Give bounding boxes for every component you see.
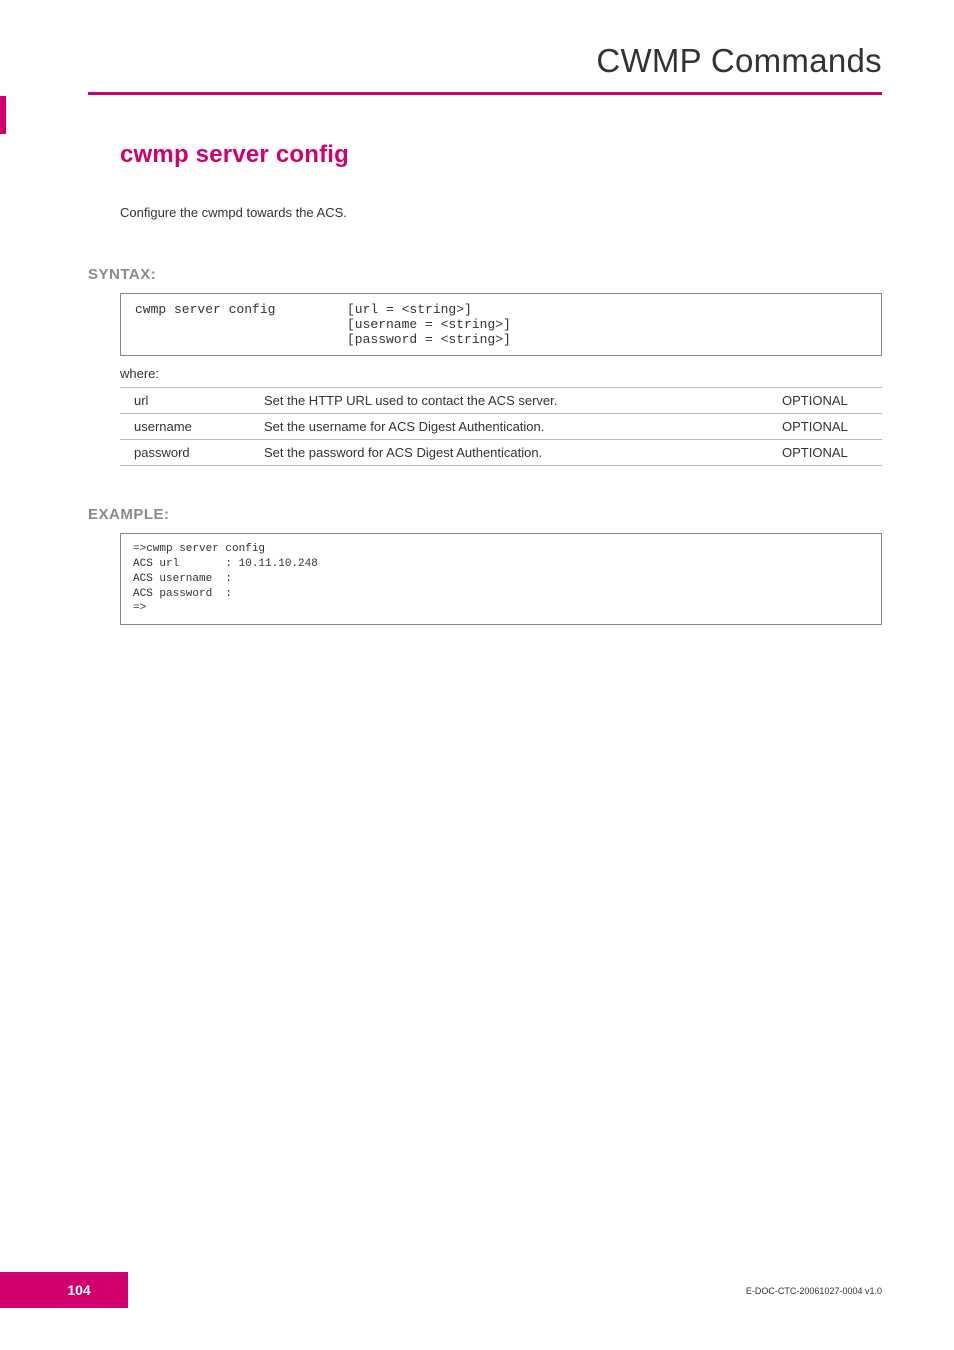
example-label: EXAMPLE: (88, 506, 850, 523)
param-opt: OPTIONAL (762, 414, 882, 440)
syntax-args: [url = <string>] [username = <string>] [… (335, 296, 879, 353)
content-area: cwmp server config Configure the cwmpd t… (0, 95, 954, 625)
param-desc: Set the HTTP URL used to contact the ACS… (250, 388, 762, 414)
param-desc: Set the username for ACS Digest Authenti… (250, 414, 762, 440)
param-row: url Set the HTTP URL used to contact the… (120, 388, 882, 414)
page-number-badge: 104 (0, 1272, 128, 1308)
syntax-label: SYNTAX: (88, 266, 850, 283)
param-row: password Set the password for ACS Digest… (120, 440, 882, 466)
command-title: cwmp server config (120, 141, 882, 169)
param-name: url (120, 388, 250, 414)
side-tab (0, 96, 6, 134)
where-label: where: (120, 366, 882, 381)
param-opt: OPTIONAL (762, 440, 882, 466)
param-opt: OPTIONAL (762, 388, 882, 414)
example-output: =>cwmp server config ACS url : 10.11.10.… (120, 533, 882, 625)
param-desc: Set the password for ACS Digest Authenti… (250, 440, 762, 466)
document-id: E-DOC-CTC-20061027-0004 v1.0 (746, 1286, 882, 1296)
param-table: url Set the HTTP URL used to contact the… (120, 387, 882, 466)
param-name: username (120, 414, 250, 440)
command-intro: Configure the cwmpd towards the ACS. (120, 205, 882, 220)
param-name: password (120, 440, 250, 466)
syntax-table: cwmp server config [url = <string>] [use… (120, 293, 882, 356)
syntax-command: cwmp server config (123, 296, 333, 353)
page-header-title: CWMP Commands (0, 0, 954, 92)
param-row: username Set the username for ACS Digest… (120, 414, 882, 440)
